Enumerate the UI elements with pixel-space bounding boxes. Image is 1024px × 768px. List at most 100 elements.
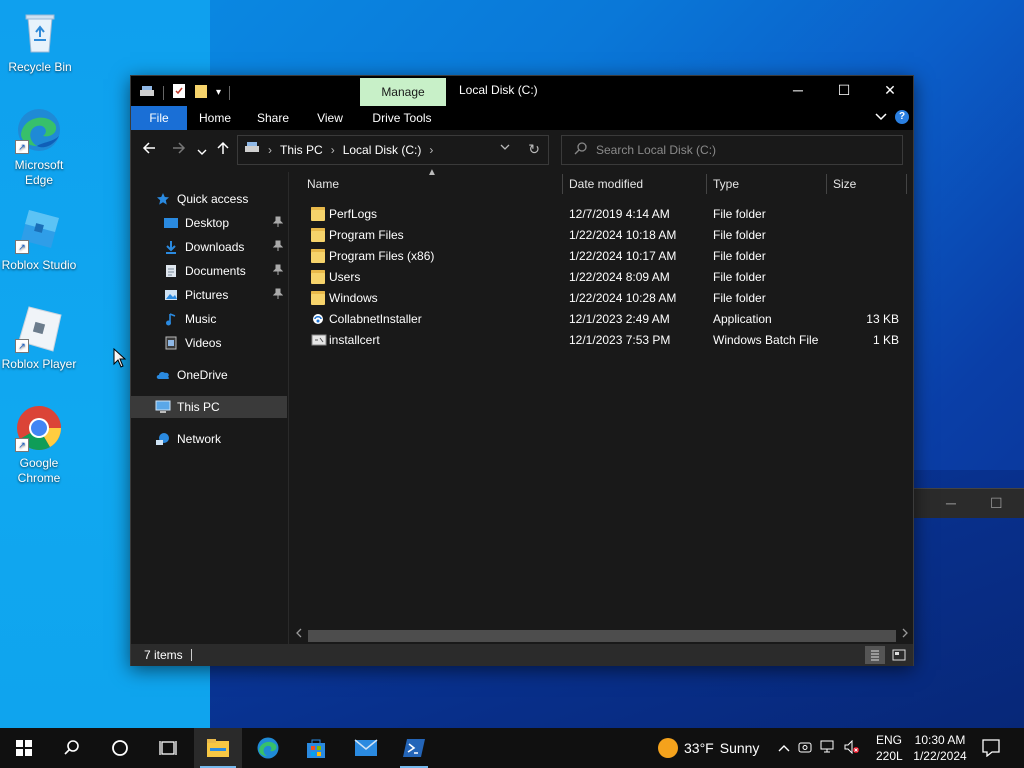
help-icon[interactable]: ? [895, 110, 909, 124]
taskbar-file-explorer[interactable] [194, 728, 242, 768]
taskbar-microsoft-store[interactable] [292, 728, 340, 768]
column-divider[interactable] [562, 174, 563, 194]
clock[interactable]: 10:30 AM 1/22/2024 [912, 732, 968, 764]
file-date: 12/7/2019 4:14 AM [569, 207, 670, 221]
network-icon[interactable] [820, 740, 836, 757]
desktop-icon-roblox-studio[interactable]: ↗ Roblox Studio [0, 206, 79, 273]
pin-icon[interactable] [272, 240, 284, 255]
file-size: 13 KB [866, 312, 899, 326]
nav-onedrive[interactable]: OneDrive [131, 364, 287, 386]
volume-muted-icon[interactable] [844, 739, 860, 757]
file-name: Users [329, 270, 361, 284]
desktop-icon-google-chrome[interactable]: ↗ Google Chrome [0, 404, 79, 486]
pane-splitter[interactable] [288, 172, 289, 646]
search-box[interactable] [561, 135, 903, 165]
address-dropdown-icon[interactable] [500, 142, 510, 154]
nav-this-pc[interactable]: This PC [131, 396, 287, 418]
scroll-right-icon[interactable] [901, 628, 909, 644]
nav-network[interactable]: Network [131, 428, 287, 450]
chevron-right-icon[interactable]: › [331, 136, 335, 164]
desktop-icon-microsoft-edge[interactable]: ↗ Microsoft Edge [0, 106, 79, 188]
task-view-icon [159, 741, 177, 755]
taskbar-powershell[interactable] [390, 728, 438, 768]
background-window-titlebar[interactable]: ─ ☐ [914, 488, 1024, 518]
pin-icon[interactable] [272, 264, 284, 279]
search-input[interactable] [596, 136, 886, 164]
scroll-left-icon[interactable] [295, 628, 303, 644]
tab-drive-tools[interactable]: Drive Tools [365, 106, 439, 130]
chevron-right-icon[interactable]: › [268, 136, 272, 164]
large-icons-view-button[interactable] [889, 646, 909, 664]
nav-documents[interactable]: Documents [131, 260, 287, 282]
title-bar[interactable]: ▾ Manage Local Disk (C:) ─ ☐ ✕ [131, 76, 913, 106]
taskbar-edge[interactable] [244, 728, 292, 768]
tab-share[interactable]: Share [249, 106, 297, 130]
nav-music[interactable]: Music [131, 308, 287, 330]
table-row[interactable]: CollabnetInstaller 12/1/2023 2:49 AM App… [291, 309, 913, 330]
chevron-right-icon[interactable]: › [429, 136, 433, 164]
edge-icon: ↗ [15, 106, 63, 154]
weather-widget[interactable]: 33°F Sunny [658, 728, 759, 768]
tab-file[interactable]: File [131, 106, 187, 130]
table-row[interactable]: Program Files 1/22/2024 10:18 AM File fo… [291, 225, 913, 246]
input-language-indicator[interactable]: ENG 220L [876, 732, 903, 764]
show-hidden-icons-chevron-icon[interactable] [778, 741, 790, 755]
properties-icon[interactable] [172, 83, 186, 102]
nav-downloads[interactable]: Downloads [131, 236, 287, 258]
file-name: installcert [329, 333, 380, 347]
maximize-button[interactable]: ☐ [821, 76, 867, 104]
tab-view[interactable]: View [307, 106, 353, 130]
address-bar[interactable]: › This PC › Local Disk (C:) › ↻ [237, 135, 549, 165]
desktop-icon-roblox-player[interactable]: ↗ Roblox Player [0, 305, 79, 372]
details-view-button[interactable] [865, 646, 885, 664]
refresh-icon[interactable]: ↻ [528, 141, 540, 158]
expand-ribbon-icon[interactable] [875, 110, 887, 124]
table-row[interactable]: Program Files (x86) 1/22/2024 10:17 AM F… [291, 246, 913, 267]
tab-home[interactable]: Home [191, 106, 239, 130]
cortana-button[interactable] [96, 728, 144, 768]
nav-videos[interactable]: Videos [131, 332, 287, 354]
nav-quick-access[interactable]: Quick access [131, 188, 287, 210]
tab-manage[interactable]: Manage [360, 78, 446, 106]
task-view-button[interactable] [144, 728, 192, 768]
scrollbar-thumb[interactable] [308, 630, 896, 642]
column-header-type[interactable]: Type [713, 172, 739, 196]
pin-icon[interactable] [272, 216, 284, 231]
column-divider[interactable] [826, 174, 827, 194]
start-button[interactable] [0, 728, 48, 768]
navigation-bar: › This PC › Local Disk (C:) › ↻ [131, 130, 913, 170]
windows-logo-icon [16, 740, 32, 756]
up-button[interactable] [215, 140, 231, 161]
column-headers: ▲ Name Date modified Type Size [291, 167, 913, 196]
nav-pictures[interactable]: Pictures [131, 284, 287, 306]
column-divider[interactable] [706, 174, 707, 194]
table-row[interactable]: Users 1/22/2024 8:09 AM File folder [291, 267, 913, 288]
column-header-size[interactable]: Size [833, 172, 856, 196]
desktop-icon-recycle-bin[interactable]: Recycle Bin [0, 8, 80, 75]
notification-center-icon[interactable] [982, 739, 1000, 760]
pictures-icon [163, 287, 179, 303]
forward-button[interactable] [171, 140, 187, 161]
table-row[interactable]: installcert 12/1/2023 7:53 PM Windows Ba… [291, 330, 913, 351]
column-header-name[interactable]: Name [307, 172, 339, 196]
search-button[interactable] [48, 728, 96, 768]
minimize-button[interactable]: ─ [775, 76, 821, 104]
new-folder-icon[interactable] [194, 83, 208, 102]
taskbar-mail[interactable] [342, 728, 390, 768]
back-button[interactable] [141, 140, 157, 161]
pin-icon[interactable] [272, 288, 284, 303]
breadcrumb-local-disk[interactable]: Local Disk (C:) [343, 136, 422, 164]
recent-locations-button[interactable] [197, 143, 207, 161]
table-row[interactable]: PerfLogs 12/7/2019 4:14 AM File folder [291, 204, 913, 225]
minimize-icon[interactable]: ─ [946, 495, 956, 511]
column-divider[interactable] [906, 174, 907, 194]
meet-now-icon[interactable] [798, 740, 812, 757]
nav-desktop[interactable]: Desktop [131, 212, 287, 234]
close-button[interactable]: ✕ [867, 76, 913, 104]
column-header-date-modified[interactable]: Date modified [569, 172, 643, 196]
maximize-icon[interactable]: ☐ [990, 495, 1003, 512]
horizontal-scrollbar[interactable] [291, 628, 913, 644]
customize-toolbar-icon[interactable]: ▾ [216, 87, 221, 98]
table-row[interactable]: Windows 1/22/2024 10:28 AM File folder [291, 288, 913, 309]
breadcrumb-this-pc[interactable]: This PC [280, 136, 323, 164]
